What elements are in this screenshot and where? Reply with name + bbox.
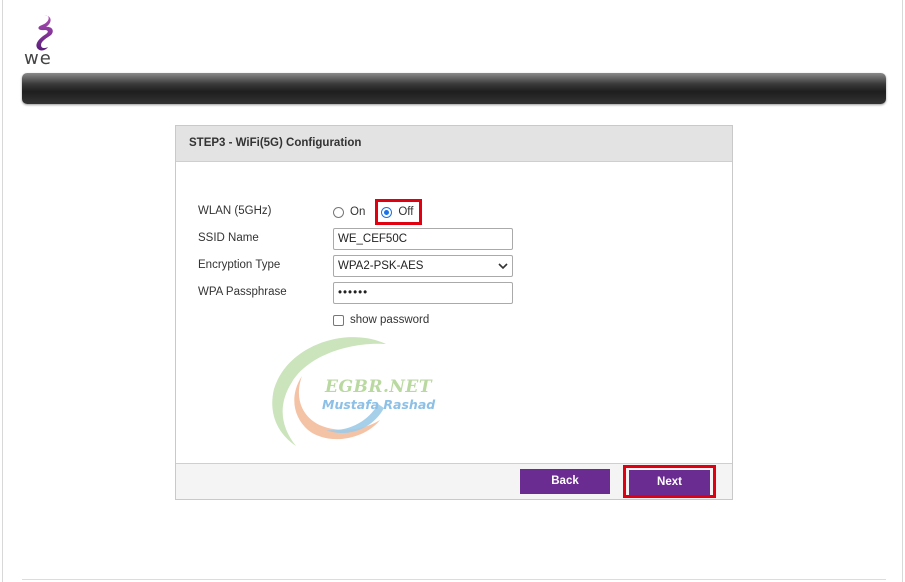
wlan-off-label: Off [398, 206, 414, 218]
show-password-box[interactable] [333, 314, 344, 326]
ssid-input[interactable]: WE_CEF50C [333, 228, 513, 250]
encryption-value: WPA2-PSK-AES [338, 260, 424, 272]
encryption-select[interactable]: WPA2-PSK-AES [333, 255, 513, 277]
wlan-on-label: On [350, 206, 366, 218]
wlan-off-radio[interactable] [381, 206, 393, 218]
footer-divider [22, 579, 886, 580]
back-button[interactable]: Back [520, 469, 610, 494]
panel-title: STEP3 - WiFi(5G) Configuration [176, 126, 732, 162]
top-navigation-bar [22, 73, 886, 104]
next-button-highlight: Next [623, 465, 716, 498]
wlan-off-option[interactable]: Off [375, 199, 423, 225]
logo-text: we [24, 48, 52, 69]
panel-footer: Back Next [176, 463, 732, 499]
passphrase-input[interactable]: •••••• [333, 282, 513, 304]
encryption-label: Encryption Type [198, 259, 281, 271]
passphrase-label: WPA Passphrase [198, 286, 287, 298]
watermark-title: EGBR.NET [325, 377, 433, 397]
wlan-radio-group: On Off [333, 199, 423, 225]
show-password-checkbox[interactable]: show password [333, 314, 429, 326]
wlan-on-option[interactable]: On [333, 206, 365, 218]
next-button[interactable]: Next [629, 470, 710, 495]
show-password-label: show password [350, 314, 430, 326]
wifi-config-panel: STEP3 - WiFi(5G) Configuration WLAN (5GH… [175, 125, 733, 500]
chevron-down-icon [498, 263, 508, 270]
ssid-label: SSID Name [198, 232, 259, 244]
watermark-subtitle: Mustafa Rashad [322, 397, 436, 412]
wlan-label: WLAN (5GHz) [198, 205, 272, 217]
wlan-on-radio[interactable] [333, 206, 344, 218]
